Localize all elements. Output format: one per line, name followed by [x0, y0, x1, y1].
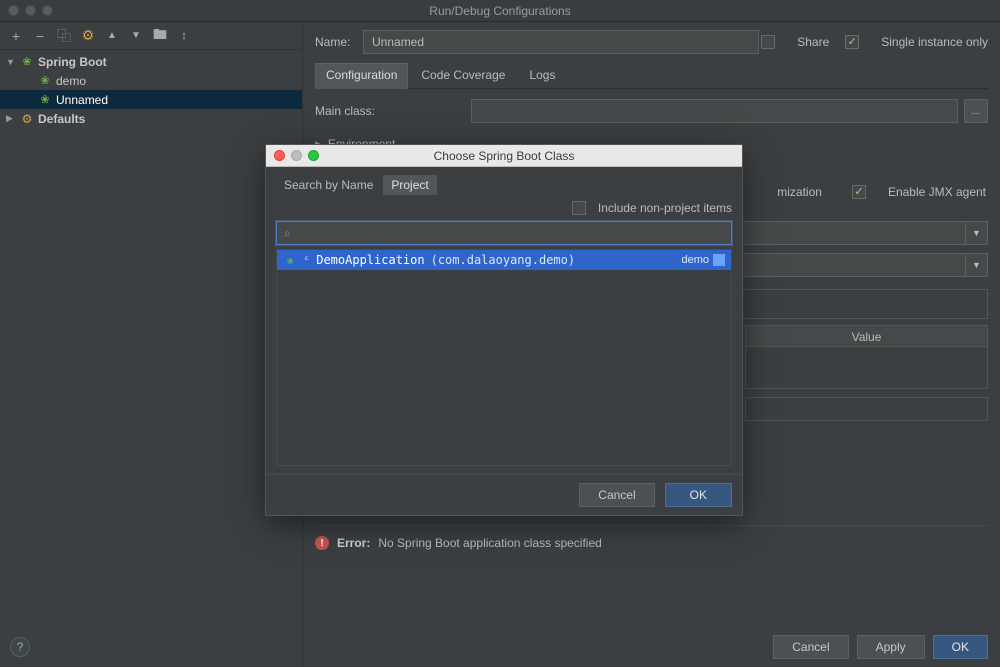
checkbox-icon	[761, 35, 775, 49]
separator	[315, 525, 988, 526]
name-label: Name:	[315, 35, 363, 49]
sidebar-toolbar: + − ⿻ ⚙ ▲ ▼ 🖿 ↕	[0, 22, 302, 50]
result-list[interactable]: ❀ ᶜ DemoApplication (com.dalaoyang.demo)…	[276, 249, 732, 466]
module-icon	[713, 254, 725, 266]
window-titlebar: Run/Debug Configurations	[0, 0, 1000, 22]
result-class-name: DemoApplication	[316, 253, 424, 267]
single-instance-label: Single instance only	[881, 35, 988, 49]
include-label: Include non-project items	[598, 201, 732, 215]
browse-main-class-button[interactable]: ...	[964, 99, 988, 123]
main-class-label: Main class:	[315, 104, 471, 118]
footer-buttons: Cancel Apply OK	[773, 635, 988, 659]
result-package: (com.dalaoyang.demo)	[431, 253, 576, 267]
wrench-icon: ⚙	[20, 112, 34, 126]
error-label: Error:	[337, 536, 370, 550]
tree-label: Spring Boot	[38, 55, 107, 69]
enable-jmx-checkbox[interactable]: Enable JMX agent	[852, 185, 986, 199]
error-line: ! Error: No Spring Boot application clas…	[315, 536, 988, 550]
modal-titlebar: Choose Spring Boot Class	[266, 145, 742, 167]
modal-title: Choose Spring Boot Class	[266, 149, 742, 163]
chevron-down-icon: ▼	[965, 222, 987, 244]
result-row[interactable]: ❀ ᶜ DemoApplication (com.dalaoyang.demo)…	[277, 250, 731, 270]
choose-class-dialog: Choose Spring Boot Class Search by Name …	[265, 144, 743, 516]
apply-button[interactable]: Apply	[857, 635, 925, 659]
tree-label: demo	[56, 74, 86, 88]
folder-icon[interactable]: 🖿	[152, 28, 168, 44]
search-icon: ⌕	[284, 226, 291, 241]
spring-icon: ❀	[283, 253, 297, 267]
include-non-project-checkbox[interactable]	[572, 201, 586, 215]
remove-config-icon[interactable]: −	[32, 28, 48, 44]
table-header: Value	[745, 325, 988, 347]
tabs: Configuration Code Coverage Logs	[315, 62, 988, 89]
share-checkbox[interactable]: Share	[761, 35, 829, 49]
search-input[interactable]	[276, 221, 732, 245]
modal-footer: Cancel OK	[266, 474, 742, 515]
chevron-down-icon: ▼	[965, 254, 987, 276]
tab-code-coverage[interactable]: Code Coverage	[410, 63, 516, 89]
expand-arrow-icon: ▶	[6, 113, 16, 124]
error-icon: !	[315, 536, 329, 550]
spring-icon: ❀	[38, 74, 52, 88]
tree-label: Unnamed	[56, 93, 108, 107]
tree-node-spring-boot[interactable]: ▼ ❀ Spring Boot	[0, 52, 302, 71]
copy-config-icon[interactable]: ⿻	[56, 28, 72, 44]
config-tree: ▼ ❀ Spring Boot ❀ demo ❀ Unnamed ▶ ⚙ Def…	[0, 50, 302, 667]
add-config-icon[interactable]: +	[8, 28, 24, 44]
tab-logs[interactable]: Logs	[518, 63, 566, 89]
sidebar: + − ⿻ ⚙ ▲ ▼ 🖿 ↕ ▼ ❀ Spring Boot ❀ demo ❀…	[0, 22, 303, 667]
tab-project[interactable]: Project	[383, 175, 436, 195]
table-header-value: Value	[746, 326, 987, 346]
window-title: Run/Debug Configurations	[0, 4, 1000, 18]
spring-icon: ❀	[38, 93, 52, 107]
move-up-icon[interactable]: ▲	[104, 28, 120, 44]
error-text: No Spring Boot application class specifi…	[378, 536, 601, 550]
spring-icon: ❀	[20, 55, 34, 69]
tree-node-unnamed[interactable]: ❀ Unnamed	[0, 90, 302, 109]
move-down-icon[interactable]: ▼	[128, 28, 144, 44]
ok-button[interactable]: OK	[933, 635, 988, 659]
jmx-label: Enable JMX agent	[888, 185, 986, 199]
checkbox-icon	[852, 185, 866, 199]
share-label: Share	[797, 35, 829, 49]
wrench-icon[interactable]: ⚙	[80, 28, 96, 44]
table-footer-bar	[745, 397, 988, 421]
tree-node-demo[interactable]: ❀ demo	[0, 71, 302, 90]
expand-arrow-icon: ▼	[6, 57, 16, 67]
tree-label: Defaults	[38, 112, 85, 126]
help-button[interactable]: ?	[10, 637, 30, 657]
name-input[interactable]	[363, 30, 759, 54]
main-class-input[interactable]	[471, 99, 958, 123]
cancel-button[interactable]: Cancel	[773, 635, 848, 659]
table-body[interactable]	[745, 347, 988, 389]
modal-cancel-button[interactable]: Cancel	[579, 483, 654, 507]
collapse-icon[interactable]: ↕	[176, 28, 192, 44]
result-module: demo	[681, 254, 709, 266]
tab-configuration[interactable]: Configuration	[315, 63, 408, 89]
checkbox-icon	[845, 35, 859, 49]
tree-node-defaults[interactable]: ▶ ⚙ Defaults	[0, 109, 302, 128]
modal-tabs: Search by Name Project	[276, 175, 437, 195]
single-instance-checkbox[interactable]: Single instance only	[845, 35, 988, 49]
optimization-label-fragment: mization	[777, 185, 822, 199]
tab-search-by-name[interactable]: Search by Name	[276, 175, 381, 195]
modal-ok-button[interactable]: OK	[665, 483, 732, 507]
